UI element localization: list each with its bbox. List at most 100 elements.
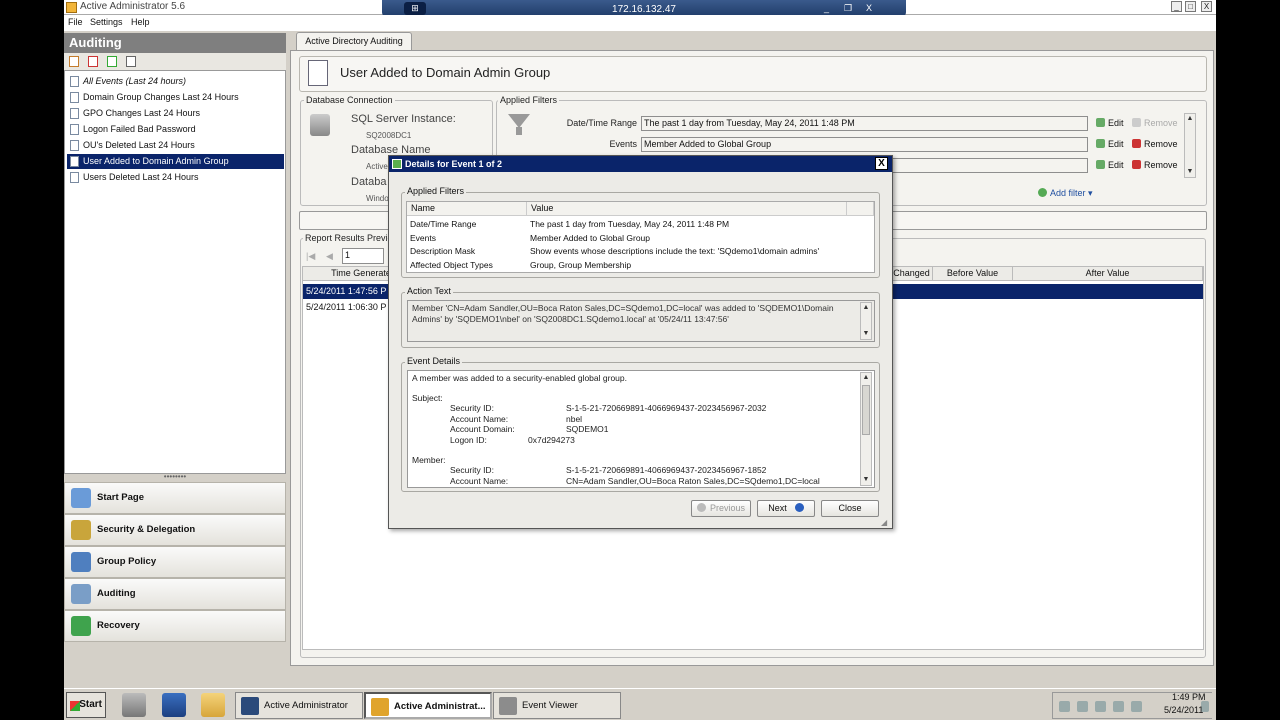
- menu-settings[interactable]: Settings: [90, 17, 123, 27]
- report-document-icon: [70, 124, 79, 135]
- add-filter-button[interactable]: Add filter ▾: [1038, 188, 1093, 199]
- subject-field-value: S-1-5-21-720669891-4066969437-2023456967…: [566, 403, 767, 413]
- remove-filter-button[interactable]: Remove: [1132, 118, 1178, 128]
- table-row[interactable]: Date/Time Range The past 1 day from Tuesd…: [407, 218, 874, 231]
- taskbar-task-button[interactable]: Event Viewer: [493, 692, 621, 719]
- filter-value-field[interactable]: Member Added to Global Group: [641, 137, 1088, 152]
- table-row[interactable]: Events Member Added to Global Group: [407, 232, 874, 245]
- resize-grip-icon[interactable]: ◢: [881, 518, 887, 527]
- scroll-down-icon[interactable]: ▼: [861, 475, 871, 485]
- menu-help[interactable]: Help: [131, 17, 150, 27]
- nav-security-delegationbutton[interactable]: Security & Delegation: [64, 514, 286, 546]
- first-page-icon[interactable]: |◀: [306, 251, 315, 262]
- clock-date[interactable]: 5/24/2011: [1164, 705, 1203, 715]
- tray-flag-icon[interactable]: [1095, 701, 1106, 712]
- tray-volume-icon[interactable]: [1131, 701, 1142, 712]
- report-list-item[interactable]: All Events (Last 24 hours): [67, 74, 284, 89]
- tray-monitor-icon[interactable]: [1059, 701, 1070, 712]
- nav-start-pagebutton[interactable]: Start Page: [64, 482, 286, 514]
- report-list-item[interactable]: GPO Changes Last 24 Hours: [67, 106, 284, 121]
- taskbar-task-button[interactable]: Active Administrator: [235, 692, 363, 719]
- next-button[interactable]: Next: [757, 500, 815, 517]
- taskbar-task-button[interactable]: Active Administrat...: [364, 692, 492, 719]
- nav-group-policybutton[interactable]: Group Policy: [64, 546, 286, 578]
- close-window-button[interactable]: X: [1201, 1, 1212, 12]
- explorer-icon[interactable]: [201, 693, 225, 717]
- powershell-icon[interactable]: [162, 693, 186, 717]
- rdp-restore-button[interactable]: ❐: [844, 3, 852, 14]
- previous-label: Previous: [709, 503, 745, 513]
- action-text-box[interactable]: Member 'CN=Adam Sandler,OU=Boca Raton Sa…: [407, 300, 875, 342]
- event-details-scrollbar[interactable]: ▲ ▼: [860, 372, 872, 486]
- scroll-down-icon[interactable]: ▼: [861, 329, 871, 339]
- remove-filter-button[interactable]: Remove: [1132, 160, 1178, 170]
- col-name[interactable]: Name: [407, 202, 527, 216]
- clock-time[interactable]: 1:49 PM: [1172, 692, 1206, 702]
- report-document-icon: [70, 172, 79, 183]
- edit-filter-button[interactable]: Edit: [1096, 118, 1124, 128]
- database-auth-value: Windo: [366, 194, 389, 203]
- monitor-icon: [71, 552, 91, 572]
- window-title: Active Administrator 5.6: [80, 1, 186, 12]
- task-label: Active Administrat...: [394, 701, 486, 712]
- filter-name-cell: Date/Time Range: [410, 219, 477, 229]
- event-details-box[interactable]: A member was added to a security-enabled…: [407, 370, 875, 488]
- scroll-up-icon[interactable]: ▲: [861, 303, 871, 313]
- remove-icon: [1132, 118, 1141, 127]
- report-list-item[interactable]: User Added to Domain Admin Group: [67, 154, 284, 169]
- edit-filter-button[interactable]: Edit: [1096, 139, 1124, 149]
- funnel-stem: [516, 127, 522, 135]
- report-list-item[interactable]: Domain Group Changes Last 24 Hours: [67, 90, 284, 105]
- col-changed[interactable]: Changed: [891, 267, 933, 281]
- table-row[interactable]: Affected Object Types Group, Group Member…: [407, 259, 874, 272]
- tray-network-icon[interactable]: [1077, 701, 1088, 712]
- rdp-minimize-button[interactable]: _: [824, 3, 829, 13]
- remove-filter-button[interactable]: Remove: [1132, 139, 1178, 149]
- report-list-item[interactable]: OU's Deleted Last 24 Hours: [67, 138, 284, 153]
- scroll-up-icon[interactable]: ▲: [1185, 114, 1195, 124]
- dialog-title-bar: Details for Event 1 of 2: [389, 156, 892, 172]
- sql-server-value: SQ2008DC1: [366, 131, 412, 140]
- panel-splitter[interactable]: ••••••••: [64, 473, 286, 482]
- member-field-value: S-1-5-21-720669891-4066969437-2023456967…: [566, 465, 767, 475]
- previous-button[interactable]: Previous: [691, 500, 751, 517]
- nav-recoverybutton[interactable]: Recovery: [64, 610, 286, 642]
- remove-label: Remove: [1144, 160, 1178, 170]
- report-list-item[interactable]: Users Deleted Last 24 Hours: [67, 170, 284, 185]
- start-button[interactable]: Start: [66, 692, 106, 718]
- previous-page-icon[interactable]: ◀: [326, 251, 333, 262]
- new-report-icon[interactable]: [69, 56, 79, 67]
- refresh-report-icon[interactable]: [107, 56, 117, 67]
- dialog-icon: [392, 159, 402, 169]
- edit-filter-button[interactable]: Edit: [1096, 160, 1124, 170]
- report-list-item[interactable]: Logon Failed Bad Password: [67, 122, 284, 137]
- col-before-value[interactable]: Before Value: [933, 267, 1013, 281]
- database-name-value: Active: [366, 162, 388, 171]
- row-time: 5/24/2011 1:47:56 P: [306, 286, 387, 296]
- scroll-down-icon[interactable]: ▼: [1185, 167, 1195, 177]
- menu-file[interactable]: File: [68, 17, 83, 27]
- table-row[interactable]: Description Mask Show events whose descri…: [407, 245, 874, 258]
- rdp-close-button[interactable]: X: [866, 3, 872, 13]
- filters-scrollbar[interactable]: ▲ ▼: [1184, 113, 1196, 178]
- start-label: Start: [79, 699, 102, 710]
- dialog-close-icon[interactable]: X: [875, 157, 888, 170]
- col-after-value[interactable]: After Value: [1013, 267, 1203, 281]
- close-button[interactable]: Close: [821, 500, 879, 517]
- tray-network2-icon[interactable]: [1113, 701, 1124, 712]
- scroll-up-icon[interactable]: ▲: [861, 373, 871, 383]
- page-number-input[interactable]: 1: [342, 248, 384, 264]
- properties-report-icon[interactable]: [126, 56, 136, 67]
- event-details-dialog: Details for Event 1 of 2 X Applied Filte…: [388, 155, 893, 529]
- filter-value-field[interactable]: The past 1 day from Tuesday, May 24, 201…: [641, 116, 1088, 131]
- nav-auditingbutton[interactable]: Auditing: [64, 578, 286, 610]
- minimize-button[interactable]: _: [1171, 1, 1182, 12]
- scroll-thumb[interactable]: [862, 385, 870, 435]
- server-manager-icon[interactable]: [122, 693, 146, 717]
- col-value[interactable]: Value: [527, 202, 847, 216]
- delete-report-icon[interactable]: [88, 56, 98, 67]
- maximize-button[interactable]: □: [1185, 1, 1196, 12]
- tab-active-directory-auditing[interactable]: Active Directory Auditing: [296, 32, 412, 51]
- action-text-scrollbar[interactable]: ▲ ▼: [860, 302, 872, 340]
- add-filter-icon: [1038, 188, 1047, 197]
